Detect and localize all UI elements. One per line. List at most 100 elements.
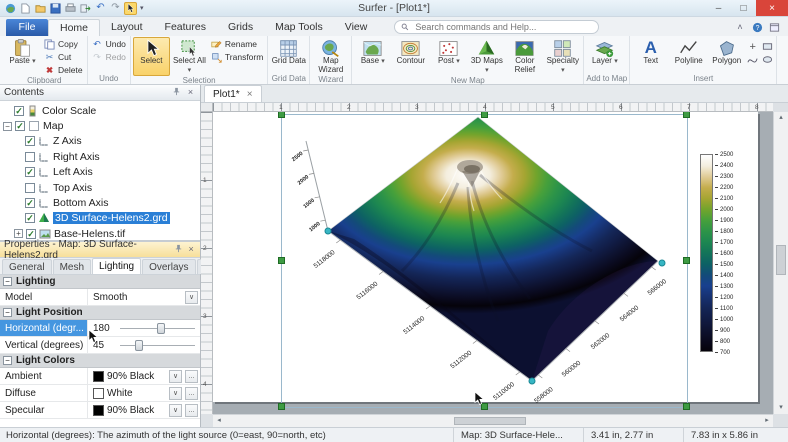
scroll-right-icon[interactable]: ▸: [761, 415, 773, 427]
selection-handle[interactable]: [683, 257, 690, 264]
map-wizard-button[interactable]: Map Wizard: [312, 37, 349, 75]
scroll-down-icon[interactable]: ▾: [774, 402, 788, 414]
search-box[interactable]: [394, 20, 599, 34]
specialty-button[interactable]: Specialty ▾: [544, 37, 581, 76]
help-icon[interactable]: ?: [751, 21, 763, 33]
visibility-checkbox[interactable]: ✓: [25, 136, 35, 146]
undo-button[interactable]: ↶Undo: [90, 38, 128, 50]
diffuse-label[interactable]: Diffuse: [0, 385, 88, 401]
section-light-colors[interactable]: −Light Colors: [0, 354, 200, 368]
spline-icon[interactable]: [746, 54, 759, 65]
collapse-ribbon-icon[interactable]: ˄: [734, 21, 746, 33]
delete-button[interactable]: ✖Delete: [42, 64, 85, 76]
visibility-checkbox[interactable]: ✓: [25, 167, 35, 177]
3d-maps-button[interactable]: 3D Maps ▾: [468, 37, 505, 76]
ambient-more-button[interactable]: ...: [185, 370, 198, 383]
tree-item-left-axis[interactable]: ✓Left Axis: [0, 165, 200, 180]
grid-data-button[interactable]: Grid Data: [270, 37, 307, 74]
ambient-dropdown[interactable]: ∨: [169, 370, 182, 383]
collapse-icon[interactable]: −: [3, 277, 12, 286]
vertical-scroll-thumb[interactable]: [776, 245, 786, 275]
properties-tab-mesh[interactable]: Mesh: [53, 259, 91, 274]
base-button[interactable]: Base ▾: [354, 37, 391, 76]
horizontal-degrees-slider[interactable]: [120, 320, 195, 336]
scroll-up-icon[interactable]: ▴: [774, 112, 788, 124]
paste-button[interactable]: Paste ▾: [4, 37, 41, 76]
close-button[interactable]: ×: [756, 0, 788, 16]
ellipse-icon[interactable]: [761, 54, 774, 65]
rename-button[interactable]: Rename: [209, 38, 265, 50]
selection-handle[interactable]: [278, 403, 285, 410]
tree-item-map[interactable]: −✓Map: [0, 118, 200, 133]
section-light-position[interactable]: −Light Position: [0, 306, 200, 320]
vertical-degrees-slider[interactable]: [120, 337, 195, 353]
close-panel-icon[interactable]: ×: [185, 87, 196, 98]
redo-button[interactable]: ↷Redo: [90, 51, 128, 63]
tab-grids[interactable]: Grids: [217, 19, 264, 36]
select-all-button[interactable]: Select All ▾: [171, 37, 208, 76]
copy-button[interactable]: Copy: [42, 38, 85, 50]
diffuse-color-swatch[interactable]: [93, 388, 104, 399]
collapse-icon[interactable]: −: [3, 308, 12, 317]
tree-item-color-scale[interactable]: ✓Color Scale: [0, 103, 200, 118]
close-tab-icon[interactable]: ×: [247, 89, 253, 100]
selection-handle[interactable]: [683, 403, 690, 410]
tree-item-top-axis[interactable]: Top Axis: [0, 180, 200, 195]
specular-label[interactable]: Specular: [0, 402, 88, 418]
tree-item-3d-surface-helens2-grd[interactable]: ✓3D Surface-Helens2.grd: [0, 211, 200, 226]
diffuse-more-button[interactable]: ...: [185, 387, 198, 400]
horizontal-scrollbar[interactable]: ◂ ▸: [213, 414, 773, 427]
selection-handle[interactable]: [481, 112, 488, 118]
polyline-button[interactable]: Polyline: [670, 37, 707, 74]
select-button[interactable]: Select: [133, 37, 170, 76]
visibility-checkbox[interactable]: ✓: [25, 198, 35, 208]
selection-handle[interactable]: [278, 112, 285, 118]
slider-thumb[interactable]: [157, 323, 165, 334]
ambient-color-swatch[interactable]: [93, 371, 104, 382]
selection-handle[interactable]: [278, 257, 285, 264]
pin-icon[interactable]: [174, 244, 184, 256]
collapse-icon[interactable]: −: [3, 356, 12, 365]
qat-customize-icon[interactable]: ▾: [137, 4, 147, 12]
rectangle-icon[interactable]: [761, 41, 774, 52]
layer-button[interactable]: Layer ▾: [586, 37, 623, 74]
tab-file[interactable]: File: [6, 19, 48, 36]
app-icon[interactable]: [4, 2, 17, 15]
properties-tab-general[interactable]: General: [2, 259, 52, 274]
selection-handle[interactable]: [683, 112, 690, 118]
tree-item-z-axis[interactable]: ✓Z Axis: [0, 134, 200, 149]
window-icon[interactable]: [768, 21, 780, 33]
diffuse-dropdown[interactable]: ∨: [169, 387, 182, 400]
horizontal-degrees-label[interactable]: Horizontal (degr...: [0, 320, 88, 336]
visibility-checkbox[interactable]: [25, 152, 35, 162]
specular-color-swatch[interactable]: [93, 405, 104, 416]
section-lighting[interactable]: −Lighting: [0, 275, 200, 289]
polygon-button[interactable]: Polygon: [708, 37, 745, 74]
properties-tab-overlays[interactable]: Overlays: [142, 259, 195, 274]
redo-icon[interactable]: ↷: [109, 2, 122, 15]
post-button[interactable]: Post ▾: [430, 37, 467, 76]
print-icon[interactable]: [64, 2, 77, 15]
properties-tab-lighting[interactable]: Lighting: [92, 258, 141, 274]
specular-dropdown[interactable]: ∨: [169, 404, 182, 417]
symbol-icon[interactable]: +: [746, 41, 759, 52]
maximize-button[interactable]: □: [731, 0, 756, 16]
transform-button[interactable]: Transform: [209, 51, 265, 63]
minimize-button[interactable]: –: [706, 0, 731, 16]
ambient-label[interactable]: Ambient: [0, 368, 88, 384]
visibility-checkbox[interactable]: ✓: [26, 229, 36, 239]
color-relief-button[interactable]: Color Relief: [506, 37, 543, 76]
slider-thumb[interactable]: [135, 340, 143, 351]
tab-view[interactable]: View: [334, 19, 379, 36]
close-panel-icon[interactable]: ×: [186, 244, 196, 255]
undo-icon[interactable]: ↶: [94, 2, 107, 15]
cut-button[interactable]: ✂Cut: [42, 51, 85, 63]
scroll-left-icon[interactable]: ◂: [213, 415, 225, 427]
select-mode-icon[interactable]: [124, 2, 137, 15]
tab-layout[interactable]: Layout: [100, 19, 154, 36]
visibility-checkbox[interactable]: [25, 183, 35, 193]
tree-item-bottom-axis[interactable]: ✓Bottom Axis: [0, 195, 200, 210]
vertical-degrees-label[interactable]: Vertical (degrees): [0, 337, 88, 353]
tab-plot1[interactable]: Plot1* ×: [204, 85, 262, 102]
tab-map-tools[interactable]: Map Tools: [264, 19, 334, 36]
